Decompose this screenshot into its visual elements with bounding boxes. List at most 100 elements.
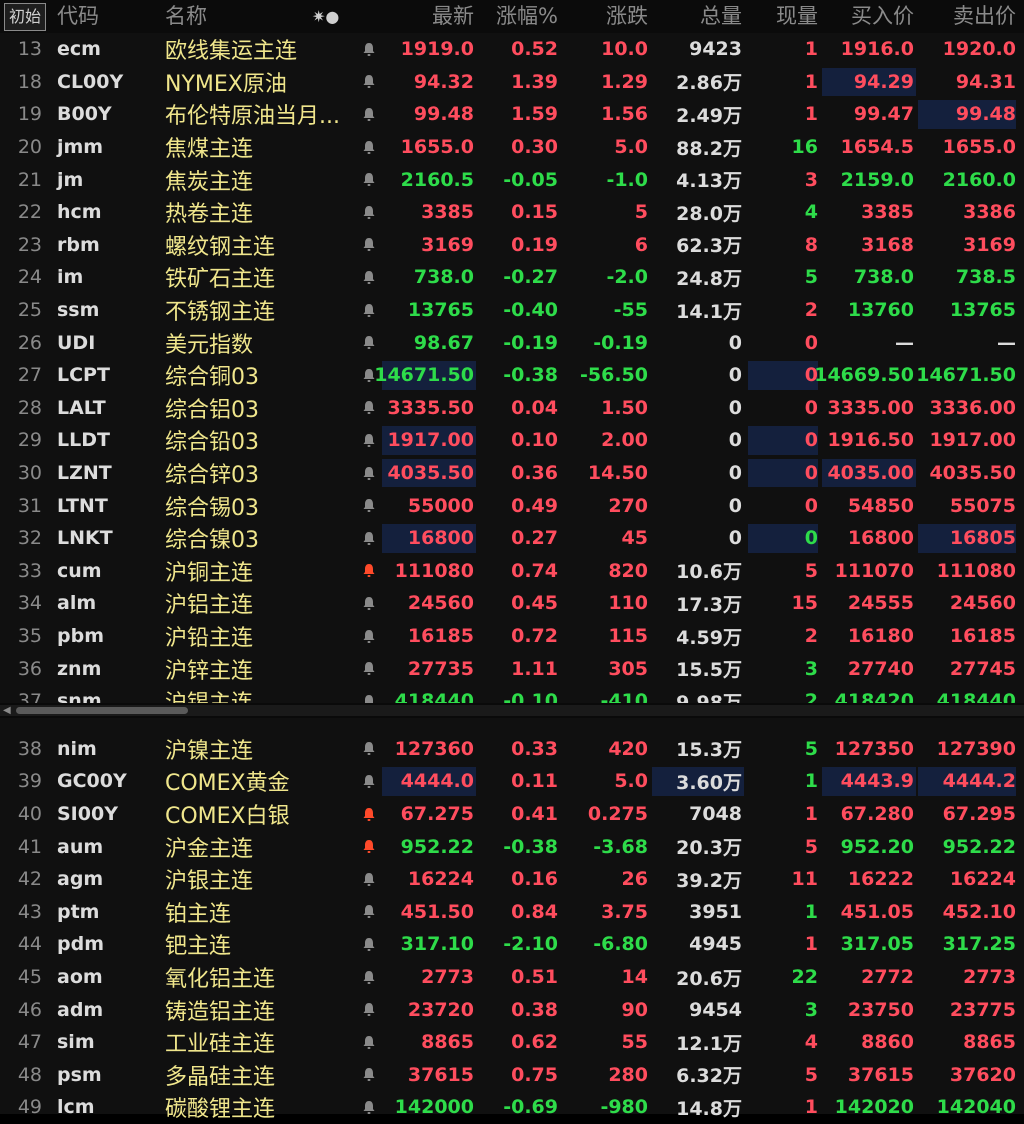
cell-last: 23720 [407,998,474,1021]
bell-icon[interactable] [360,131,378,164]
table-row[interactable]: 21 jm 焦炭主连 2160.5 -0.05 -1.0 4.13万 3 2159.0 2160.… [0,163,1024,196]
table-row[interactable]: 45 aom 氧化铝主连 2773 0.51 14 20.6万 22 2772 2773 [0,961,1024,994]
table-row[interactable]: 48 psm 多晶硅主连 37615 0.75 280 6.32万 5 37615 37620 [0,1059,1024,1092]
table-row[interactable]: 20 jmm 焦煤主连 1655.0 0.30 5.0 88.2万 16 1654.5 1655.… [0,131,1024,164]
cell-idx: 22 [17,201,42,224]
table-row[interactable]: 44 pdm 钯主连 317.10 -2.10 -6.80 4945 1 317.05 317.2… [0,928,1024,961]
cell-vol: 20.6万 [676,967,742,990]
bell-icon[interactable] [360,765,378,798]
table-row[interactable]: 41 aum 沪金主连 952.22 -0.38 -3.68 20.3万 5 952.20 952… [0,830,1024,863]
bell-icon[interactable] [360,392,378,425]
bell-icon[interactable] [360,863,378,896]
cell-idx: 27 [17,364,42,387]
bell-icon[interactable] [360,196,378,229]
bell-icon[interactable] [360,587,378,620]
bell-icon[interactable] [360,66,378,99]
settings-icon[interactable]: ✷● [312,0,339,33]
header-ask[interactable]: 卖出价 [918,0,1016,33]
bell-icon[interactable] [360,261,378,294]
cell-bid: 4443.9 [840,770,914,793]
table-row[interactable]: 25 ssm 不锈钢主连 13765 -0.40 -55 14.1万 2 13760 13765 [0,294,1024,327]
table-row[interactable]: 31 LTNT 综合锡03 55000 0.49 270 0 0 54850 55075 [0,489,1024,522]
column-header-bar: 初始 代码 名称 ✷● 最新 涨幅% 涨跌 总量 现量 买入价 卖出价 [0,0,1024,33]
table-row[interactable]: 49 lcm 碳酸锂主连 142000 -0.69 -980 14.8万 1 142020 142… [0,1091,1024,1124]
bell-icon[interactable] [360,961,378,994]
table-row[interactable]: 19 B00Y 布伦特原油当月... 99.48 1.59 1.56 2.49万 1 99.47… [0,98,1024,131]
table-row[interactable]: 29 LLDT 综合铅03 1917.00 0.10 2.00 0 0 1916.50 1917.… [0,424,1024,457]
bell-icon[interactable] [360,1059,378,1092]
cell-cur: 2 [804,625,818,648]
header-current-volume[interactable]: 现量 [750,0,818,33]
header-code[interactable]: 代码 [57,0,99,33]
bell-icon[interactable] [360,896,378,929]
table-row[interactable]: 47 sim 工业硅主连 8865 0.62 55 12.1万 4 8860 8865 [0,1026,1024,1059]
header-volume[interactable]: 总量 [652,0,742,33]
table-row[interactable]: 30 LZNT 综合锌03 4035.50 0.36 14.50 0 0 4035.00 4035… [0,457,1024,490]
cell-bid: 8860 [861,1031,914,1054]
header-chg[interactable]: 涨跌 [570,0,648,33]
scroll-left-icon[interactable]: ◀ [3,705,13,716]
bell-icon[interactable] [360,229,378,262]
bell-alert-icon[interactable] [360,830,378,863]
cell-chg: 305 [608,657,648,680]
cell-bid: 1654.5 [840,136,914,159]
bell-icon[interactable] [360,652,378,685]
cell-chg: 420 [608,737,648,760]
table-row[interactable]: 38 nim 沪镍主连 127360 0.33 420 15.3万 5 127350 127390 [0,733,1024,766]
bell-icon[interactable] [360,620,378,653]
bell-icon[interactable] [360,457,378,490]
table-row[interactable]: 24 im 铁矿石主连 738.0 -0.27 -2.0 24.8万 5 738.0 738.5 [0,261,1024,294]
bell-icon[interactable] [360,733,378,766]
cell-name: 焦煤主连 [165,137,254,163]
bell-icon[interactable] [360,33,378,66]
bell-alert-icon[interactable] [360,555,378,588]
cell-code: aum [57,835,104,858]
table-row[interactable]: 13 ecm 欧线集运主连 1919.0 0.52 10.0 9423 1 1916.0 1920… [0,33,1024,66]
table-row[interactable]: 39 GC00Y COMEX黄金 4444.0 0.11 5.0 3.60万 1 4443.9 4… [0,765,1024,798]
scrollbar-thumb[interactable] [16,707,188,714]
table-row[interactable]: 22 hcm 热卷主连 3385 0.15 5 28.0万 4 3385 3386 [0,196,1024,229]
table-row[interactable]: 40 SI00Y COMEX白银 67.275 0.41 0.275 7048 1 67.280… [0,798,1024,831]
header-name[interactable]: 名称 [165,0,207,33]
cell-pct: -0.19 [503,331,558,354]
bell-icon[interactable] [360,928,378,961]
bell-icon[interactable] [360,1026,378,1059]
header-pct[interactable]: 涨幅% [490,0,558,33]
bell-icon[interactable] [360,522,378,555]
table-row[interactable]: 43 ptm 铂主连 451.50 0.84 3.75 3951 1 451.05 452.10 [0,896,1024,929]
table-row[interactable]: 18 CL00Y NYMEX原油 94.32 1.39 1.29 2.86万 1 94.29 94… [0,66,1024,99]
table-row[interactable]: 23 rbm 螺纹钢主连 3169 0.19 6 62.3万 8 3168 3169 [0,229,1024,262]
table-row[interactable]: 32 LNKT 综合镍03 16800 0.27 45 0 0 16800 16805 [0,522,1024,555]
cell-bid: — [895,331,914,354]
cell-idx: 44 [17,933,42,956]
table-row[interactable]: 46 adm 铸造铝主连 23720 0.38 90 9454 3 23750 23775 [0,993,1024,1026]
bell-icon[interactable] [360,424,378,457]
table-row[interactable]: 27 LCPT 综合铜03 14671.50 -0.38 -56.50 0 0 14669.50… [0,359,1024,392]
init-tab[interactable]: 初始 [4,3,47,31]
cell-ask: 99.48 [955,103,1016,126]
cell-bid: 27740 [847,657,914,680]
table-row[interactable]: 36 znm 沪锌主连 27735 1.11 305 15.5万 3 27740 27745 [0,652,1024,685]
table-row[interactable]: 42 agm 沪银主连 16224 0.16 26 39.2万 11 16222 16224 [0,863,1024,896]
cell-pct: 0.15 [511,201,558,224]
cell-last: 4035.50 [387,462,474,485]
bell-alert-icon[interactable] [360,798,378,831]
bell-icon[interactable] [360,294,378,327]
table-row[interactable]: 28 LALT 综合铝03 3335.50 0.04 1.50 0 0 3335.00 3336.… [0,392,1024,425]
table-row[interactable]: 34 alm 沪铝主连 24560 0.45 110 17.3万 15 24555 24560 [0,587,1024,620]
cell-bid: 37615 [847,1063,914,1086]
bell-icon[interactable] [360,163,378,196]
bell-icon[interactable] [360,1091,378,1124]
bell-icon[interactable] [360,326,378,359]
bell-icon[interactable] [360,993,378,1026]
cell-last: 3385 [421,201,474,224]
cell-code: sim [57,1031,95,1054]
table-row[interactable]: 35 pbm 沪铅主连 16185 0.72 115 4.59万 2 16180 16185 [0,620,1024,653]
bell-icon[interactable] [360,98,378,131]
cell-code: nim [57,737,97,760]
header-last[interactable]: 最新 [380,0,474,33]
table-row[interactable]: 26 UDI 美元指数 98.67 -0.19 -0.19 0 0 — — [0,326,1024,359]
header-bid[interactable]: 买入价 [822,0,914,33]
table-row[interactable]: 33 cum 沪铜主连 111080 0.74 820 10.6万 5 111070 111080 [0,555,1024,588]
bell-icon[interactable] [360,489,378,522]
